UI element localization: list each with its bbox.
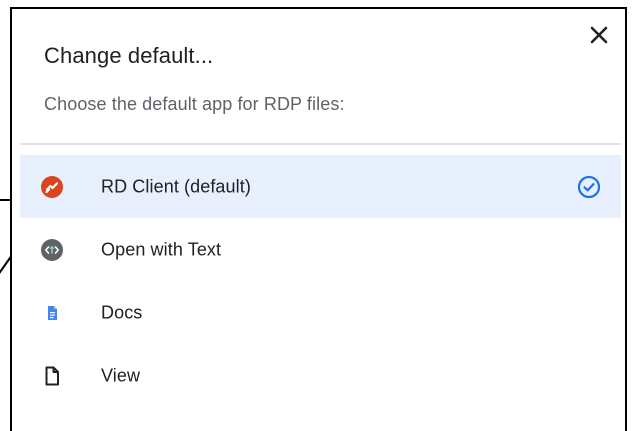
app-item-label: RD Client (default) [101, 176, 251, 196]
app-item-label: Open with Text [101, 239, 222, 259]
docs-icon [40, 301, 64, 325]
divider [20, 143, 621, 145]
app-item-docs[interactable]: Docs [20, 281, 621, 344]
rd-client-icon [40, 175, 64, 199]
screen: Change default... Choose the default app… [0, 0, 635, 431]
background-fragment-line [0, 199, 10, 201]
file-icon [40, 364, 64, 388]
text-app-icon [40, 238, 64, 262]
app-item-open-with-text[interactable]: Open with Text [20, 218, 621, 281]
close-icon [590, 26, 608, 44]
background-fragment-slash [0, 255, 10, 275]
app-item-label: View [101, 365, 141, 385]
app-item-rd-client[interactable]: RD Client (default) [20, 155, 621, 218]
close-button[interactable] [588, 24, 610, 46]
check-circle-icon [577, 175, 601, 199]
app-item-label: Docs [101, 302, 143, 322]
app-list: RD Client (default) Open with Text Docs … [20, 155, 621, 407]
change-default-dialog: Change default... Choose the default app… [10, 7, 627, 431]
app-item-view[interactable]: View [20, 344, 621, 407]
dialog-title: Change default... [44, 43, 214, 68]
dialog-subtitle: Choose the default app for RDP files: [44, 94, 345, 114]
